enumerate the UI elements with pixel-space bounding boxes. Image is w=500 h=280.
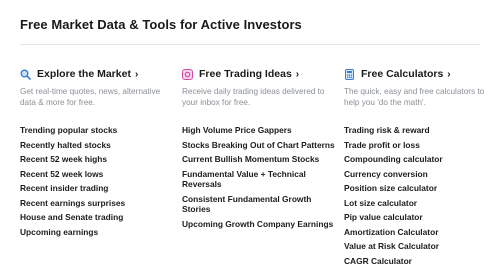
page-title: Free Market Data & Tools for Active Inve… xyxy=(20,17,302,32)
trading-ideas-description: Receive daily trading ideas delivered to… xyxy=(182,87,325,107)
link-recent-earnings-surprises[interactable]: Recent earnings surprises xyxy=(20,198,178,209)
link-upcoming-growth-earnings[interactable]: Upcoming Growth Company Earnings xyxy=(182,219,340,230)
calculator-icon xyxy=(344,68,355,80)
link-bullish-momentum-stocks[interactable]: Current Bullish Momentum Stocks xyxy=(182,154,340,165)
magnifier-icon xyxy=(20,69,31,80)
header-divider xyxy=(20,44,480,45)
calculators-link[interactable]: Free Calculators › xyxy=(344,66,494,82)
explore-market-description: Get real-time quotes, news, alternative … xyxy=(20,87,161,107)
ideas-icon xyxy=(182,68,193,80)
link-consistent-growth-stories[interactable]: Consistent Fundamental Growth Stories xyxy=(182,194,340,215)
calculators-links: Trading risk & reward Trade profit or lo… xyxy=(344,125,494,266)
trading-ideas-column: Free Trading Ideas › Receive daily tradi… xyxy=(182,66,340,233)
link-recent-insider-trading[interactable]: Recent insider trading xyxy=(20,183,178,194)
trading-ideas-link[interactable]: Free Trading Ideas › xyxy=(182,66,340,82)
explore-market-link[interactable]: Explore the Market › xyxy=(20,66,178,82)
chevron-right-icon: › xyxy=(447,68,451,80)
trading-ideas-links: High Volume Price Gappers Stocks Breakin… xyxy=(182,125,340,229)
link-compounding-calculator[interactable]: Compounding calculator xyxy=(344,154,494,165)
link-trading-risk-reward[interactable]: Trading risk & reward xyxy=(344,125,494,136)
explore-market-title: Explore the Market xyxy=(37,68,131,80)
link-recent-52-week-lows[interactable]: Recent 52 week lows xyxy=(20,169,178,180)
link-high-volume-price-gappers[interactable]: High Volume Price Gappers xyxy=(182,125,340,136)
link-currency-conversion[interactable]: Currency conversion xyxy=(344,169,494,180)
link-recent-52-week-highs[interactable]: Recent 52 week highs xyxy=(20,154,178,165)
link-trending-popular-stocks[interactable]: Trending popular stocks xyxy=(20,125,178,136)
link-pip-value-calculator[interactable]: Pip value calculator xyxy=(344,212,494,223)
calculators-column: Free Calculators › The quick, easy and f… xyxy=(344,66,494,270)
chevron-right-icon: › xyxy=(295,68,300,80)
chevron-right-icon: › xyxy=(134,68,139,80)
link-fundamental-value-reversals[interactable]: Fundamental Value + Technical Reversals xyxy=(182,169,340,190)
link-recently-halted-stocks[interactable]: Recently halted stocks xyxy=(20,140,178,151)
link-trade-profit-loss[interactable]: Trade profit or loss xyxy=(344,140,494,151)
explore-market-links: Trending popular stocks Recently halted … xyxy=(20,125,178,237)
link-position-size-calculator[interactable]: Position size calculator xyxy=(344,183,494,194)
link-stocks-breaking-out[interactable]: Stocks Breaking Out of Chart Patterns xyxy=(182,140,340,151)
link-cagr-calculator[interactable]: CAGR Calculator xyxy=(344,256,494,267)
calculators-title: Free Calculators xyxy=(361,68,444,80)
link-value-at-risk-calculator[interactable]: Value at Risk Calculator xyxy=(344,241,494,252)
link-lot-size-calculator[interactable]: Lot size calculator xyxy=(344,198,494,209)
link-house-senate-trading[interactable]: House and Senate trading xyxy=(20,212,178,223)
link-amortization-calculator[interactable]: Amortization Calculator xyxy=(344,227,494,238)
link-upcoming-earnings[interactable]: Upcoming earnings xyxy=(20,227,178,238)
explore-market-column: Explore the Market › Get real-time quote… xyxy=(20,66,178,241)
calculators-description: The quick, easy and free calculators to … xyxy=(344,87,485,107)
trading-ideas-title: Free Trading Ideas xyxy=(199,68,292,80)
